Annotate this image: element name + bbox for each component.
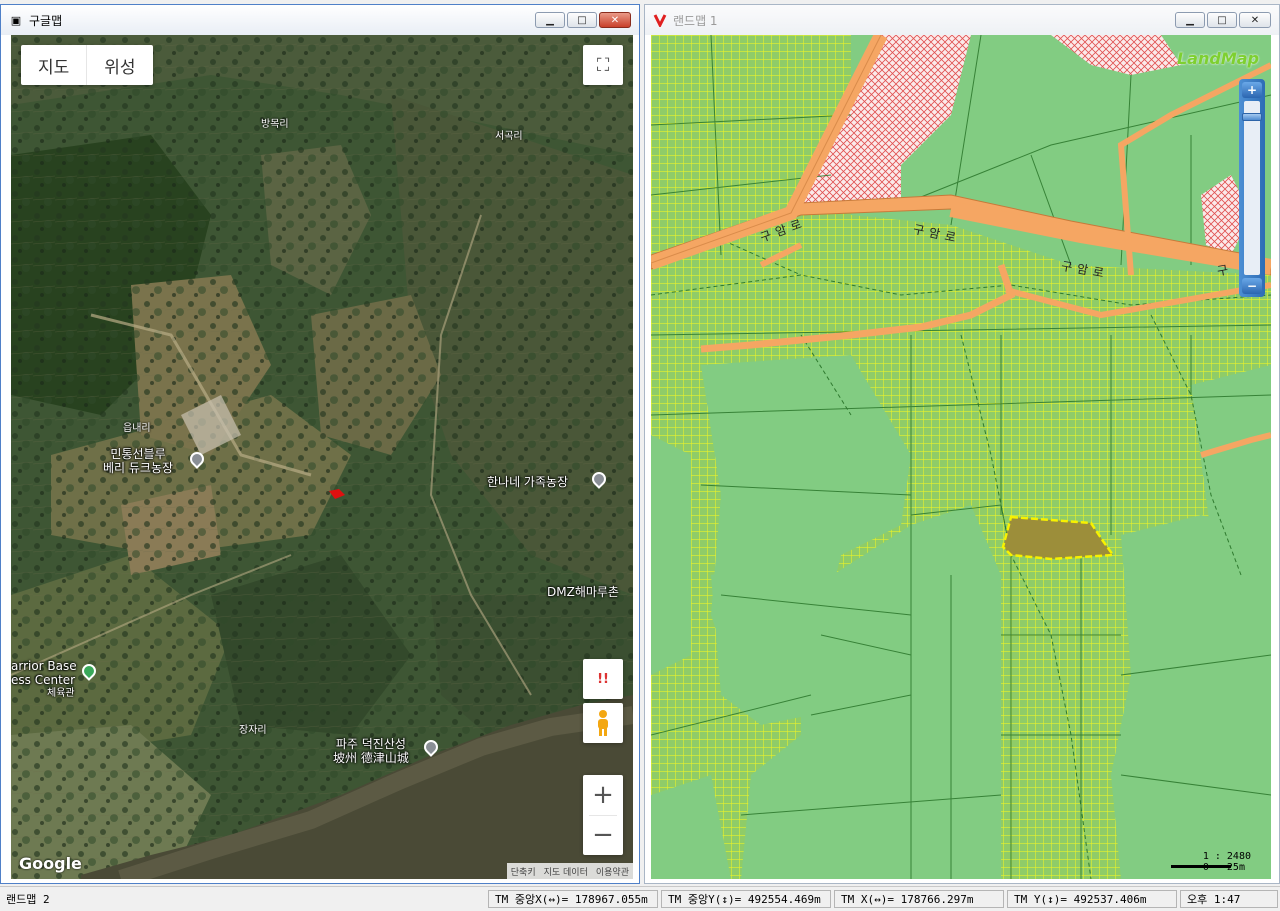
zoom-track[interactable] [1242, 101, 1262, 275]
poi-minto-line1: 민통선블루 [110, 447, 166, 461]
zoom-out-button[interactable]: − [592, 815, 614, 855]
landmap-logo: LandMap [1176, 49, 1259, 68]
poi-dmz-haemaru[interactable]: DMZ해마루촌 [547, 585, 619, 599]
status-tm-center-x: TM 중앙X(↔)= 178967.055m [488, 890, 658, 908]
status-time: 오후 1:47 [1180, 890, 1278, 908]
poi-warrior-base[interactable]: arrior Base ess Center 체육관 [11, 659, 77, 701]
google-map-window[interactable]: ▣ 구글맵 ▁ □ ✕ 지도 위성 ⛶ 방목리 서곡리 읍내리 장자리 민통선블… [0, 4, 640, 884]
map-scale: 1 : 2480 0 25m [1203, 851, 1251, 873]
google-map-title: 구글맵 [29, 13, 63, 28]
map-type-control: 지도 위성 [21, 45, 153, 85]
google-map-titlebar[interactable]: ▣ 구글맵 ▁ □ ✕ [1, 5, 639, 35]
label-jangja-ri: 장자리 [239, 725, 267, 736]
fullscreen-icon: ⛶ [596, 54, 610, 76]
maximize-button[interactable]: □ [1207, 12, 1237, 28]
scale-ratio: 1 : 2480 [1202, 851, 1251, 862]
google-logo: Google [19, 854, 82, 873]
map-type-map-button[interactable]: 지도 [21, 45, 86, 85]
poi-minto-line2: 베리 듀크농장 [103, 461, 174, 475]
status-bar: 랜드맵 2 TM 중앙X(↔)= 178967.055m TM 중앙Y(↕)= … [0, 886, 1280, 911]
poi-deokjin-line1: 파주 덕진산성 [335, 737, 406, 751]
close-button[interactable]: ✕ [1239, 12, 1271, 28]
scale-bar-label: 0 25m [1202, 862, 1245, 873]
maximize-button[interactable]: □ [567, 12, 597, 28]
poi-hanane-farm[interactable]: 한나네 가족농장 [487, 475, 568, 489]
zoom-control: + − [583, 775, 623, 855]
close-button[interactable]: ✕ [599, 12, 631, 28]
status-tm-x: TM X(↔)= 178766.297m [834, 890, 1004, 908]
label-eupnae-ri: 읍내리 [123, 423, 151, 434]
status-tm-y: TM Y(↕)= 492537.406m [1007, 890, 1177, 908]
status-tm-center-y: TM 중앙Y(↕)= 492554.469m [661, 890, 831, 908]
minimize-button[interactable]: ▁ [1175, 12, 1205, 28]
poi-warrior-line1: arrior Base [11, 659, 77, 673]
cadastral-map[interactable]: LandMap 구암로 구암로 구암로 구 + − 1 : 2480 0 25m [651, 35, 1271, 879]
landmap-app-icon [653, 13, 667, 27]
poi-deokjin-line2: 坡州 德津山城 [333, 751, 409, 765]
road-label-guam-ro: 구 [1215, 261, 1235, 279]
keyboard-shortcuts-link[interactable]: 단축키 [507, 863, 540, 879]
google-footer: 단축키 지도 데이터 이용약관 [506, 863, 633, 879]
poi-deokjin-fortress[interactable]: 파주 덕진산성 坡州 德津山城 [333, 737, 409, 765]
map-data-link[interactable]: 지도 데이터 [540, 863, 592, 879]
map-type-satellite-button[interactable]: 위성 [86, 45, 152, 85]
window-icon: ▣ [10, 13, 22, 27]
terms-link[interactable]: 이용약관 [592, 863, 633, 879]
landmap-title: 랜드맵 1 [673, 13, 718, 28]
fullscreen-button[interactable]: ⛶ [583, 45, 623, 85]
zoom-slider[interactable]: + − [1239, 79, 1265, 297]
status-window-label: 랜드맵 2 [6, 893, 50, 906]
poi-warrior-line3: 체육관 [47, 688, 75, 699]
label-seogok-ri: 서곡리 [495, 131, 523, 142]
label-bangmok-ri: 방목리 [261, 119, 289, 130]
alert-button[interactable]: !! [583, 659, 623, 699]
pegman-icon [598, 710, 608, 736]
landmap-titlebar[interactable]: 랜드맵 1 ▁ □ ✕ [645, 5, 1279, 35]
zoom-thumb[interactable] [1242, 113, 1262, 121]
zoom-in-button[interactable]: + [592, 775, 614, 815]
poi-minto-blueberry[interactable]: 민통선블루 베리 듀크농장 [103, 447, 173, 475]
satellite-map[interactable]: 지도 위성 ⛶ 방목리 서곡리 읍내리 장자리 민통선블루 베리 듀크농장 한나… [11, 35, 633, 879]
street-view-pegman[interactable] [583, 703, 623, 743]
landmap-window[interactable]: 랜드맵 1 ▁ □ ✕ LandMap 구암로 구암로 구암로 구 + − 1 … [644, 4, 1280, 884]
poi-warrior-line2: ess Center [11, 673, 76, 687]
zoom-in-button[interactable]: + [1242, 82, 1262, 98]
cadastral-map-canvas [651, 35, 1271, 879]
minimize-button[interactable]: ▁ [535, 12, 565, 28]
zoom-out-button[interactable]: − [1242, 278, 1262, 294]
